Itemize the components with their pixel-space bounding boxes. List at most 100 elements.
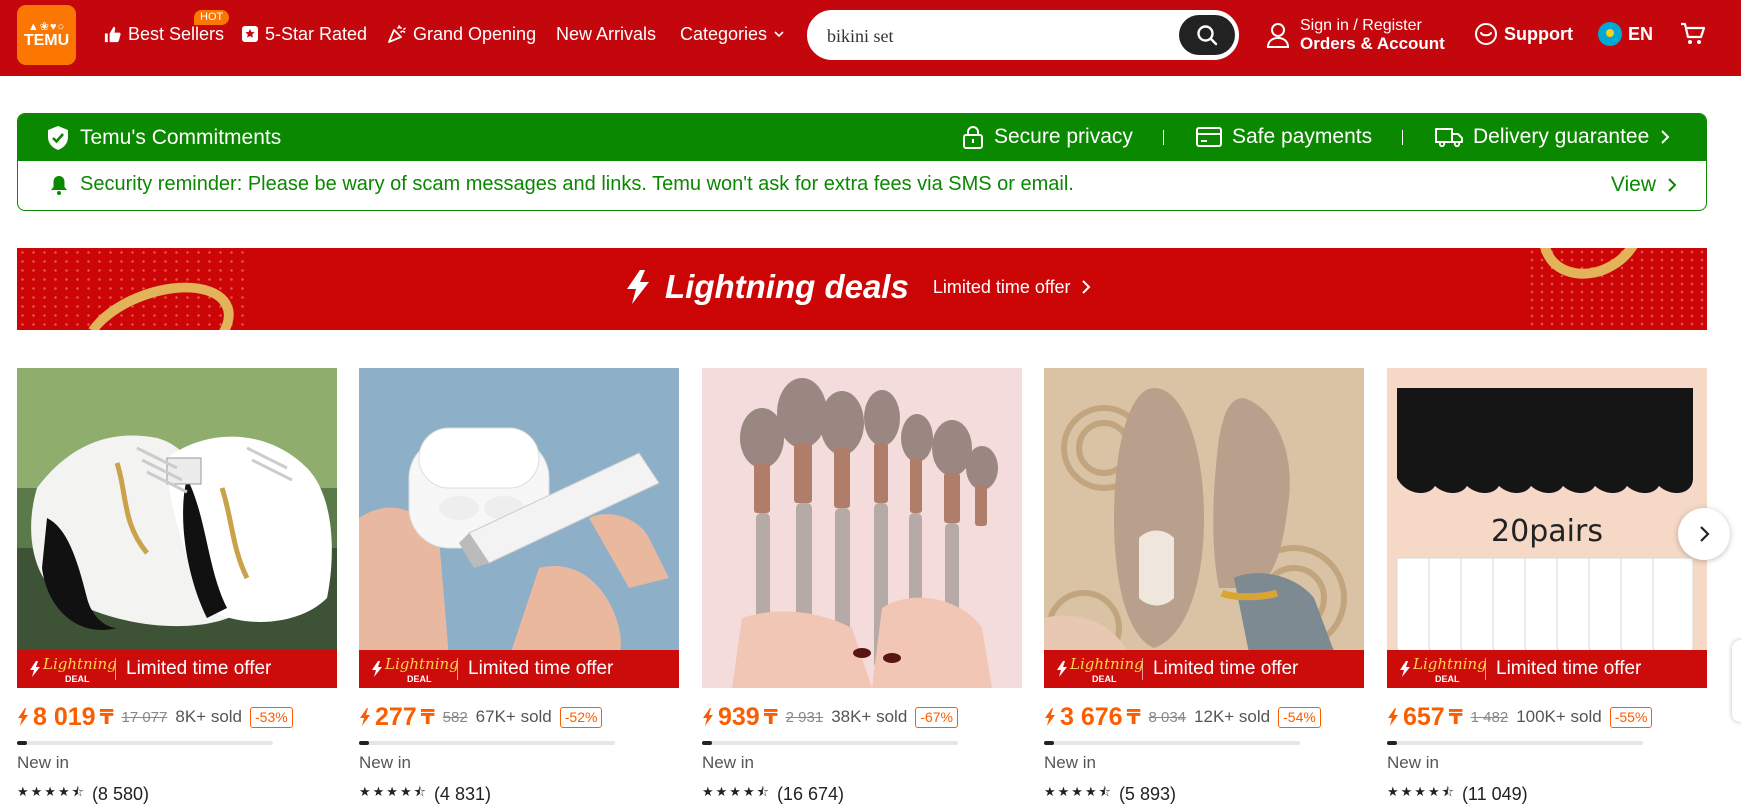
commitments-title[interactable]: Temu's Commitments bbox=[46, 125, 281, 151]
currency: ₸ bbox=[1126, 706, 1141, 729]
review-count: (5 893) bbox=[1118, 783, 1176, 804]
knit-flats-image bbox=[1044, 368, 1364, 688]
price-row: 277 ₸ 582 67K+ sold -52% bbox=[359, 702, 603, 732]
nav-label: Best Sellers bbox=[128, 24, 225, 44]
chevron-right-icon bbox=[1661, 130, 1670, 144]
cleaning-pen-image bbox=[359, 368, 679, 688]
deal-progress-bar bbox=[1044, 741, 1300, 745]
product-image-cleaning-pen[interactable] bbox=[359, 368, 679, 688]
reminder-message: Security reminder: Please be wary of sca… bbox=[50, 173, 1074, 196]
lightning-bolt-icon bbox=[1045, 708, 1055, 726]
lightning-deals-banner[interactable]: Lightning deals Limited time offer bbox=[17, 248, 1707, 330]
logo-text: TEMU bbox=[23, 32, 70, 49]
nav-grand-opening[interactable]: Grand Opening bbox=[387, 22, 536, 46]
sold-count: 67K+ sold bbox=[475, 707, 552, 726]
price: 657 bbox=[1403, 702, 1445, 731]
deal-logo-sub: DEAL bbox=[1435, 674, 1460, 684]
lightning-bolt-icon bbox=[1057, 661, 1067, 677]
lightning-deal-logo: Lightning DEAL bbox=[1387, 650, 1487, 688]
commit-secure-privacy[interactable]: Secure privacy bbox=[962, 125, 1133, 149]
deal-logo-text: Lightning bbox=[385, 655, 459, 673]
nav-new-arrivals[interactable]: New Arrivals bbox=[556, 22, 656, 46]
view-label: View bbox=[1610, 173, 1656, 196]
product-card[interactable]: Lightning DEAL Limited time offer 277 ₸ … bbox=[359, 368, 679, 810]
deal-logo-text: Lightning bbox=[1413, 655, 1487, 673]
support-link[interactable]: Support bbox=[1474, 22, 1573, 46]
sold-count: 8K+ sold bbox=[175, 707, 243, 726]
side-drawer-tab[interactable] bbox=[1732, 640, 1741, 722]
review-count: (16 674) bbox=[776, 783, 844, 804]
progress-fill bbox=[17, 741, 28, 745]
search-input[interactable] bbox=[827, 23, 1157, 49]
nav-best-sellers[interactable]: Best Sellers bbox=[103, 22, 224, 46]
progress-fill bbox=[702, 741, 713, 745]
deal-label: Limited time offer bbox=[1496, 658, 1642, 679]
deal-progress-bar bbox=[359, 741, 615, 745]
lightning-bolt-icon bbox=[627, 270, 649, 304]
language-selector[interactable]: EN bbox=[1598, 22, 1653, 46]
progress-fill bbox=[359, 741, 370, 745]
lightning-deal-strip: Lightning DEAL Limited time offer bbox=[17, 650, 337, 688]
rating: ★★★★⯪ (8 580) bbox=[17, 783, 149, 805]
cart-button[interactable] bbox=[1679, 20, 1707, 53]
commitments-bar: Temu's Commitments Secure privacy Safe p… bbox=[18, 114, 1706, 161]
user-icon bbox=[1266, 23, 1290, 48]
status-label: New in bbox=[1044, 753, 1096, 772]
commit-safe-payments[interactable]: Safe payments bbox=[1196, 125, 1372, 149]
rating: ★★★★⯪ (5 893) bbox=[1044, 783, 1176, 805]
price: 8 019 bbox=[33, 702, 96, 731]
commit-label: Secure privacy bbox=[994, 125, 1133, 148]
review-count: (4 831) bbox=[433, 783, 491, 804]
temu-logo[interactable]: ▲❀♥○ TEMU bbox=[17, 5, 76, 65]
deal-logo-sub: DEAL bbox=[65, 674, 90, 684]
product-image-socks[interactable]: 20pairs bbox=[1387, 368, 1707, 688]
product-image-knit-flats[interactable] bbox=[1044, 368, 1364, 688]
product-card[interactable]: 20pairs Lightning DEAL Limited time offe… bbox=[1387, 368, 1707, 810]
nav-categories[interactable]: Categories bbox=[680, 22, 785, 46]
banner-subtitle: Limited time offer bbox=[932, 276, 1071, 297]
lock-icon bbox=[963, 126, 983, 149]
lightning-deal-logo: Lightning DEAL bbox=[359, 650, 459, 688]
original-price: 2 931 bbox=[785, 708, 824, 726]
rating: ★★★★⯪ (16 674) bbox=[702, 783, 844, 805]
deal-progress-bar bbox=[1387, 741, 1643, 745]
lightning-deals-title: Lightning deals bbox=[665, 268, 909, 305]
currency: ₸ bbox=[763, 706, 778, 729]
price-row: 657 ₸ 1 482 100K+ sold -55% bbox=[1387, 702, 1653, 732]
orders-account-label: Orders & Account bbox=[1300, 34, 1445, 53]
product-card[interactable]: Lightning DEAL Limited time offer 8 019 … bbox=[17, 368, 337, 810]
discount-badge: -52% bbox=[559, 706, 603, 728]
original-price: 8 034 bbox=[1148, 708, 1187, 726]
view-link[interactable]: View bbox=[1611, 173, 1678, 197]
nav-label: Categories bbox=[680, 24, 768, 44]
top-header: ▲❀♥○ TEMU Best Sellers HOT 5-Star Rated … bbox=[0, 0, 1741, 76]
lightning-bolt-icon bbox=[18, 708, 28, 726]
product-image-sneakers[interactable] bbox=[17, 368, 337, 688]
deal-label: Limited time offer bbox=[1153, 658, 1299, 679]
discount-badge: -67% bbox=[915, 706, 958, 728]
commit-delivery-guarantee[interactable]: Delivery guarantee bbox=[1435, 125, 1671, 149]
commitments-panel: Temu's Commitments Secure privacy Safe p… bbox=[17, 113, 1707, 211]
lightning-deal-strip: Lightning DEAL Limited time offer bbox=[359, 650, 679, 688]
lightning-deals-link[interactable]: Lightning deals Limited time offer bbox=[625, 268, 1091, 306]
account-menu[interactable]: Sign in / Register Orders & Account bbox=[1266, 15, 1445, 55]
deal-logo-text: Lightning bbox=[1070, 655, 1144, 673]
product-card[interactable]: 939 ₸ 2 931 38K+ sold -67% New in ★★★★⯪ … bbox=[702, 368, 1022, 810]
product-image-makeup-brushes[interactable] bbox=[702, 368, 1022, 688]
nav-label: New Arrivals bbox=[556, 24, 657, 44]
chevron-down-icon bbox=[774, 31, 784, 38]
status-label: New in bbox=[17, 753, 69, 772]
lightning-bolt-icon bbox=[1400, 661, 1410, 677]
deal-label: Limited time offer bbox=[468, 658, 614, 679]
product-card[interactable]: Lightning DEAL Limited time offer 3 676 … bbox=[1044, 368, 1364, 810]
review-count: (11 049) bbox=[1461, 783, 1528, 804]
commit-divider bbox=[1163, 130, 1164, 145]
nav-5-star-rated[interactable]: 5-Star Rated bbox=[241, 22, 367, 46]
carousel-next-button[interactable] bbox=[1678, 508, 1730, 560]
search-icon bbox=[1197, 25, 1218, 46]
search-button[interactable] bbox=[1179, 15, 1235, 55]
status-label: New in bbox=[702, 753, 754, 772]
price: 277 bbox=[375, 702, 417, 731]
discount-badge: -55% bbox=[1609, 706, 1653, 728]
bell-icon bbox=[51, 175, 67, 195]
